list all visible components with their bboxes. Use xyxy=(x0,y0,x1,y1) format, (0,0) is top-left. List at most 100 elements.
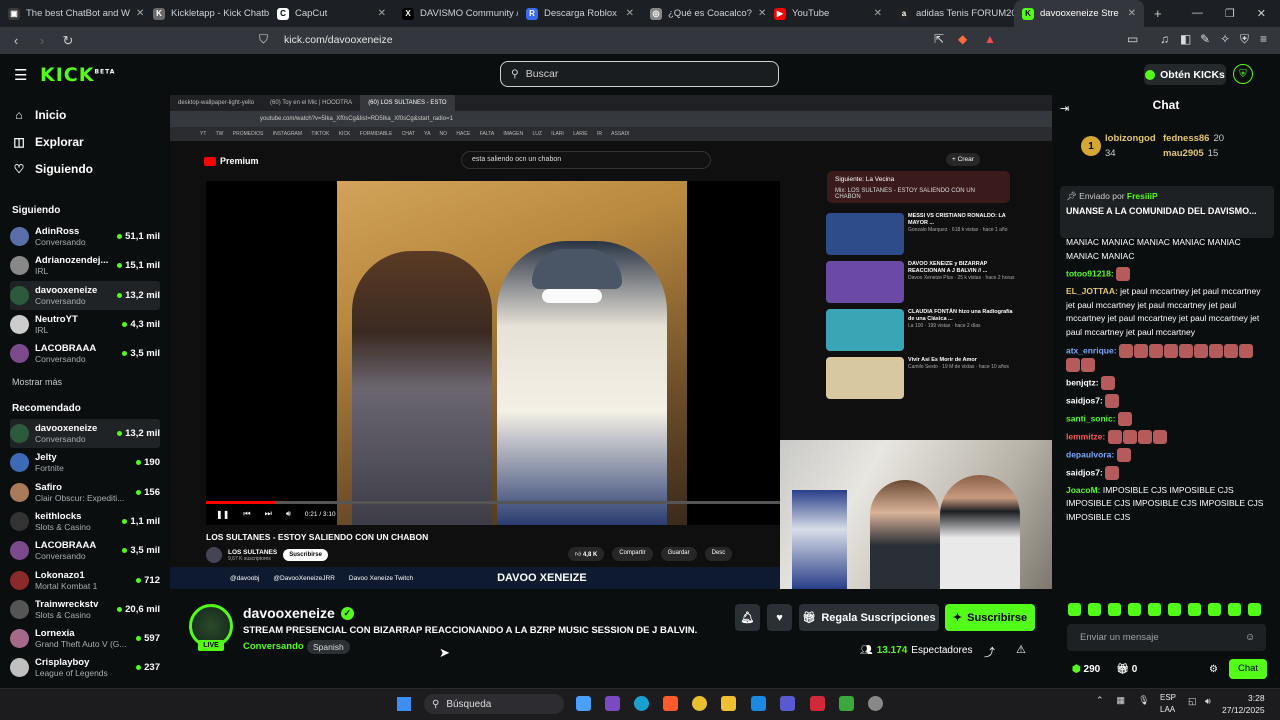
video-player[interactable]: desktop-wallpaper-light-yello (60) Toy en… xyxy=(170,95,1052,589)
sidebar-toggle-icon[interactable]: ▭ xyxy=(1127,32,1138,46)
close-tab-icon[interactable]: ✕ xyxy=(136,8,144,19)
sidebar-channel[interactable]: Trainwreckstv Slots & Casino 20,6 mil xyxy=(10,595,160,624)
volume-icon[interactable]: 🔊︎ xyxy=(1205,696,1211,707)
nav-explorar[interactable]: ◫ Explorar xyxy=(12,135,83,149)
sidebar-channel[interactable]: NeutroYT IRL 4,3 mil xyxy=(10,310,160,339)
brave-icon[interactable] xyxy=(663,696,678,711)
gift-subs-button[interactable]: 🎁︎ Regala Suscripciones xyxy=(799,604,939,631)
chat-username[interactable]: saidjos7: xyxy=(1066,467,1103,477)
windows-start-icon[interactable] xyxy=(397,697,411,711)
notifications-button[interactable]: 🔔︎ xyxy=(735,604,760,631)
chat-message[interactable]: atx_enrique: xyxy=(1066,343,1266,372)
chat-messages[interactable]: MANIAC MANIAC MANIAC MANIAC MANIAC MANIA… xyxy=(1066,236,1266,594)
subscribe-button[interactable]: ✦ Suscribirse xyxy=(945,604,1035,631)
kick-logo[interactable]: KICKBETA xyxy=(40,64,115,86)
chat-username[interactable]: depaulvora: xyxy=(1066,449,1114,459)
browser-tab[interactable]: XDAVISMO Community / X✕ xyxy=(394,0,518,27)
close-tab-icon[interactable]: ✕ xyxy=(1128,8,1136,19)
language-tag[interactable]: Spanish xyxy=(307,640,350,654)
sidebar-channel[interactable]: LACOBRAAA Conversando 3,5 mil xyxy=(10,339,160,368)
clock[interactable]: 3:28 27/12/2025 xyxy=(1222,692,1265,716)
chat-message[interactable]: benjqtz: xyxy=(1066,375,1266,390)
chat-message[interactable]: saidjos7: xyxy=(1066,465,1266,480)
vpn-icon[interactable]: ⛨ xyxy=(1240,32,1249,47)
sidebar-channel[interactable]: Crisplayboy League of Legends 237 xyxy=(10,653,160,682)
browser-tab[interactable]: ◎ ¿Qué es Coacalco? ✕ xyxy=(642,0,766,27)
sidebar-channel[interactable]: Safiro Clair Obscur: Expediti... 156 xyxy=(10,478,160,507)
chevron-up-icon[interactable]: ⌃ xyxy=(1096,695,1104,706)
rewards-icon[interactable]: ▲ xyxy=(984,32,996,46)
browser-tab[interactable]: KKickletapp - Kick Chatbo✕ xyxy=(145,0,269,27)
close-tab-icon[interactable]: ✕ xyxy=(758,8,766,19)
brave-shield-icon[interactable]: ◆ xyxy=(958,32,967,46)
stream-category[interactable]: Conversando xyxy=(243,641,304,652)
quick-emotes[interactable] xyxy=(1068,603,1261,616)
streamer-name[interactable]: davooxeneize ✓ xyxy=(243,605,354,621)
obs-icon[interactable] xyxy=(868,696,883,711)
reload-icon[interactable]: ↻ xyxy=(58,33,78,49)
sidebar-channel[interactable]: AdinRoss Conversando 51,1 mil xyxy=(10,222,160,251)
chat-message[interactable]: EL_JOTTAA: jet paul mccartney jet paul m… xyxy=(1066,285,1266,339)
chat-username[interactable]: benjqtz: xyxy=(1066,377,1099,387)
chat-username[interactable]: lemmitze: xyxy=(1066,431,1105,441)
browser-tab[interactable]: R Descarga Roblox ✕ xyxy=(518,0,642,27)
chat-username[interactable]: atx_enrique: xyxy=(1066,345,1117,355)
chat-username[interactable]: saidjos7: xyxy=(1066,395,1103,405)
sidebar-channel[interactable]: davooxeneize Conversando 13,2 mil xyxy=(10,419,160,448)
bookmark-icon[interactable]: ⛉ xyxy=(259,32,268,47)
close-tab-icon[interactable]: ✕ xyxy=(378,8,386,19)
gifter-leader[interactable]: lobizongod xyxy=(1105,133,1156,144)
browser-tab[interactable]: ▶ YouTube ✕ xyxy=(766,0,890,27)
share-icon[interactable]: ⤴ xyxy=(984,644,995,660)
new-tab-icon[interactable]: + xyxy=(1154,6,1162,21)
browser-tab[interactable]: Kdavooxeneize Stre ✕ xyxy=(1014,0,1144,27)
pinned-message[interactable]: 📌︎ Enviado por FresiiiP UNANSE A LA COMU… xyxy=(1060,186,1274,238)
chat-username[interactable]: JoacoM: xyxy=(1066,485,1100,495)
chat-message[interactable]: totoo91218: xyxy=(1066,267,1266,282)
close-tab-icon[interactable]: ✕ xyxy=(626,8,634,19)
menu-icon[interactable]: ≡ xyxy=(1260,32,1267,46)
chat-message[interactable]: depaulvora: xyxy=(1066,447,1266,462)
chat-username[interactable]: EL_JOTTAA: xyxy=(1066,286,1118,296)
sidebar-channel[interactable]: Adrianozendej... IRL 15,1 mil xyxy=(10,251,160,280)
sidebar-channel[interactable]: LACOBRAAA Conversando 3,5 mil xyxy=(10,536,160,565)
sidebar-channel[interactable]: davooxeneize Conversando 13,2 mil xyxy=(10,280,160,310)
chat-username[interactable]: santi_sonic: xyxy=(1066,413,1116,423)
share-page-icon[interactable]: ⇱ xyxy=(934,32,944,46)
window-controls[interactable]: — ❐ ✕ xyxy=(1192,7,1280,20)
close-tab-icon[interactable]: ✕ xyxy=(874,8,882,19)
taskbar-search[interactable]: ⚲ Búsqueda xyxy=(424,694,564,714)
chat-input[interactable]: Enviar un mensaje xyxy=(1067,624,1266,651)
chat-message[interactable]: saidjos7: xyxy=(1066,393,1266,408)
sidebar-channel[interactable]: Jelty Fortnite 190 xyxy=(10,448,160,477)
nav-inicio[interactable]: ⌂ Inicio xyxy=(12,108,66,122)
nav-siguiendo[interactable]: ♡ Siguiendo xyxy=(12,162,93,176)
maximize-icon[interactable]: ❐ xyxy=(1225,7,1235,20)
sidebar-channel[interactable]: Lokonazo1 Mortal Kombat 1 712 xyxy=(10,566,160,595)
sidebar-channel[interactable]: Lornexia Grand Theft Auto V (G... 597 xyxy=(10,624,160,653)
browser-tab[interactable]: ▣ The best ChatBot and W ✕ xyxy=(0,0,145,27)
puzzle-icon[interactable]: ✧ xyxy=(1220,32,1230,46)
sidebar-channel[interactable]: keithlocks Slots & Casino 1,1 mil xyxy=(10,507,160,536)
visual-studio-icon[interactable] xyxy=(605,696,620,711)
chat-message[interactable]: santi_sonic: xyxy=(1066,411,1266,426)
file-explorer-icon[interactable] xyxy=(721,696,736,711)
emoji-icon[interactable]: ☺ xyxy=(1245,632,1255,643)
chat-message[interactable]: lemmitze: xyxy=(1066,429,1266,444)
vscode-icon[interactable] xyxy=(751,696,766,711)
search-bar[interactable]: ⚲ Buscar xyxy=(500,61,779,87)
gifter-leader[interactable]: fedness86 20 xyxy=(1163,133,1224,144)
get-kicks-button[interactable]: Obtén KICKs xyxy=(1144,64,1226,85)
nvidia-icon[interactable] xyxy=(839,696,854,711)
url-field[interactable]: kick.com/davooxeneize xyxy=(284,34,393,46)
profile-shield-icon[interactable]: ⛨ xyxy=(1233,64,1253,84)
chat-message[interactable]: MANIAC MANIAC MANIAC MANIAC MANIAC MANIA… xyxy=(1066,236,1266,263)
back-icon[interactable]: ‹ xyxy=(6,33,26,48)
wifi-icon[interactable]: ◱ xyxy=(1188,696,1197,707)
hamburger-menu-icon[interactable]: ☰ xyxy=(14,66,27,84)
chat-username[interactable]: totoo91218: xyxy=(1066,268,1114,278)
mic-icon[interactable]: 🎙︎ xyxy=(1138,695,1149,706)
edge-icon[interactable] xyxy=(634,696,649,711)
send-chat-button[interactable]: Chat xyxy=(1229,659,1267,679)
split-view-icon[interactable]: ◧ xyxy=(1180,32,1191,46)
